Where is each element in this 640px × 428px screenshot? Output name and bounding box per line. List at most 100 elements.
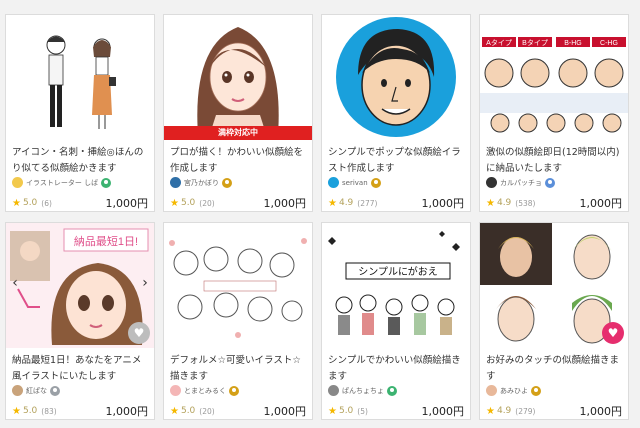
seller-avatar	[170, 177, 181, 188]
service-card[interactable]: シンプルでポップな似顔絵イラスト作成します serivan ★ 4.9 (277…	[321, 14, 471, 212]
rating-value: 4.9	[496, 198, 512, 208]
seller-name[interactable]: ぱんちょちょ	[342, 386, 384, 396]
seller-info[interactable]: カルパッチョ	[486, 177, 624, 188]
seller-info[interactable]: イラストレーター しば	[12, 177, 150, 188]
star-icon: ★	[12, 405, 21, 417]
seller-name[interactable]: 宮乃かぼり	[184, 178, 219, 188]
woman-portrait-illustration	[164, 15, 312, 140]
seller-name[interactable]: 紅ぱな	[26, 386, 47, 396]
review-count: (5)	[357, 406, 368, 416]
service-card[interactable]: デフォルメ☆可愛いイラスト☆描きます とまとみるく ★ 5.0 (20) 1,0…	[163, 222, 313, 420]
rating-value: 4.9	[496, 406, 512, 416]
rating-value: 5.0	[22, 198, 38, 208]
rank-badge-icon	[222, 177, 232, 188]
status-ribbon: 満枠対応中	[164, 126, 312, 140]
seller-info[interactable]: 紅ぱな	[12, 385, 150, 396]
rank-badge-icon	[370, 177, 381, 188]
price: 1,000円	[263, 197, 307, 210]
seller-name[interactable]: イラストレーター しば	[26, 178, 98, 188]
review-count: (6)	[41, 198, 52, 208]
seller-avatar	[486, 177, 497, 188]
card-thumbnail[interactable]: Aタイプ Bタイプ B-HG C-HG	[480, 15, 628, 140]
review-count: (20)	[199, 406, 215, 416]
seller-info[interactable]: あみひよ	[486, 385, 624, 396]
card-thumbnail[interactable]	[322, 15, 470, 140]
rank-badge-icon	[101, 177, 112, 188]
card-thumbnail[interactable]: ♥	[480, 223, 628, 348]
man-cartoon-portrait-illustration	[322, 15, 470, 140]
review-count: (277)	[357, 198, 378, 208]
service-card[interactable]: Aタイプ Bタイプ B-HG C-HG 激似の似顔絵即日(12時間以内)に納品い…	[479, 14, 629, 212]
service-card[interactable]: アイコン・名刺・挿絵◎ほんのり似てる似顔絵かきます イラストレーター しば ★ …	[5, 14, 155, 212]
price: 1,000円	[421, 197, 465, 210]
thumb-banner-text: 納品最短1日!	[74, 234, 138, 248]
type-label: Bタイプ	[522, 38, 548, 47]
card-thumbnail[interactable]	[164, 223, 312, 348]
rating-value: 5.0	[180, 198, 196, 208]
service-card[interactable]: シンプルにがおえ シンプルでかわいい似顔絵描きます ぱんちょちょ ★ 5.0 (…	[321, 222, 471, 420]
rank-badge-icon	[50, 385, 60, 396]
rating: ★ 4.9 (538)	[486, 198, 535, 209]
heart-icon[interactable]: ♥	[128, 322, 150, 344]
card-title[interactable]: プロが描く！かわいい似顔絵を作成します	[170, 145, 308, 177]
card-thumbnail[interactable]: シンプルにがおえ	[322, 223, 470, 348]
card-title[interactable]: デフォルメ☆可愛いイラスト☆描きます	[170, 353, 308, 385]
thumb-banner-text: シンプルにがおえ	[358, 265, 438, 278]
card-title[interactable]: シンプルでポップな似顔絵イラスト作成します	[328, 145, 466, 177]
card-title[interactable]: アイコン・名刺・挿絵◎ほんのり似てる似顔絵かきます	[12, 145, 150, 177]
seller-name[interactable]: あみひよ	[500, 386, 528, 396]
seller-avatar	[12, 177, 23, 188]
seller-avatar	[170, 385, 181, 396]
star-icon: ★	[328, 405, 337, 417]
carousel-next-arrow-icon[interactable]: ›	[138, 275, 152, 291]
rating: ★ 4.9 (279)	[486, 406, 535, 417]
type-label: B-HG	[564, 40, 582, 47]
card-title[interactable]: お好みのタッチの似顔絵描きます	[486, 353, 624, 385]
rating-value: 5.0	[180, 406, 196, 416]
caricature-samples-collage: Aタイプ Bタイプ B-HG C-HG	[480, 15, 628, 140]
price: 1,000円	[105, 197, 149, 210]
type-label: C-HG	[600, 40, 618, 47]
seller-info[interactable]: 宮乃かぼり	[170, 177, 308, 188]
card-title[interactable]: シンプルでかわいい似顔絵描きます	[328, 353, 466, 385]
rating: ★ 5.0 (83)	[12, 406, 57, 417]
star-icon: ★	[486, 197, 495, 209]
rating-value: 4.9	[338, 198, 354, 208]
price: 1,000円	[105, 405, 149, 418]
star-icon: ★	[12, 197, 21, 209]
card-title[interactable]: 納品最短1日！あなたをアニメ風イラストにいたします	[12, 353, 150, 385]
rating: ★ 5.0 (5)	[328, 406, 368, 417]
seller-avatar	[328, 385, 339, 396]
card-thumbnail[interactable]	[6, 15, 154, 140]
service-card[interactable]: 満枠対応中 プロが描く！かわいい似顔絵を作成します 宮乃かぼり ★ 5.0 (2…	[163, 14, 313, 212]
seller-name[interactable]: とまとみるく	[184, 386, 226, 396]
rank-badge-icon	[545, 177, 555, 188]
star-icon: ★	[486, 405, 495, 417]
seller-avatar	[328, 177, 339, 188]
price: 1,000円	[579, 197, 623, 210]
rating-value: 5.0	[22, 406, 38, 416]
rating: ★ 5.0 (6)	[12, 198, 52, 209]
seller-info[interactable]: とまとみるく	[170, 385, 308, 396]
card-thumbnail[interactable]: 満枠対応中	[164, 15, 312, 140]
service-card[interactable]: ♥ お好みのタッチの似顔絵描きます あみひよ ★ 4.9 (279) 1,000…	[479, 222, 629, 420]
price: 1,000円	[263, 405, 307, 418]
seller-avatar	[12, 385, 23, 396]
seller-name[interactable]: serivan	[342, 179, 368, 187]
rank-badge-icon	[531, 385, 541, 396]
seller-info[interactable]: serivan	[328, 177, 466, 188]
service-card[interactable]: 納品最短1日! ‹ › ♥ 納品最短1日！あなたをアニメ風イラストにいたします …	[5, 222, 155, 420]
heart-icon[interactable]: ♥	[602, 322, 624, 344]
rating: ★ 4.9 (277)	[328, 198, 377, 209]
card-thumbnail[interactable]: 納品最短1日! ‹ › ♥	[6, 223, 154, 348]
couple-illustration	[6, 15, 154, 140]
type-label: Aタイプ	[486, 38, 512, 47]
carousel-prev-arrow-icon[interactable]: ‹	[8, 275, 22, 291]
seller-avatar	[486, 385, 497, 396]
seller-info[interactable]: ぱんちょちょ	[328, 385, 466, 396]
seller-name[interactable]: カルパッチョ	[500, 178, 542, 188]
review-count: (20)	[199, 198, 215, 208]
star-icon: ★	[170, 405, 179, 417]
price: 1,000円	[579, 405, 623, 418]
card-title[interactable]: 激似の似顔絵即日(12時間以内)に納品いたします	[486, 145, 624, 177]
